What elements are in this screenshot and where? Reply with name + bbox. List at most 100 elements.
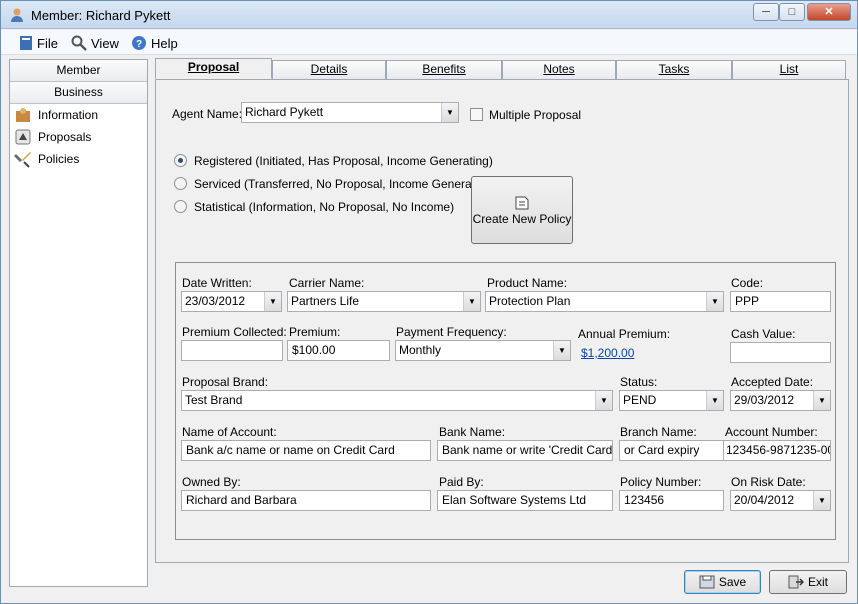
premium-field[interactable]: $100.00	[287, 340, 390, 361]
agent-name-combo[interactable]: Richard Pykett ▼	[241, 102, 459, 123]
chevron-down-icon[interactable]: ▼	[441, 103, 458, 122]
sidebar-item-information[interactable]: Information	[10, 104, 147, 126]
exit-button-label: Exit	[807, 575, 828, 589]
serviced-radio-label: Serviced (Transferred, No Proposal, Inco…	[194, 177, 496, 191]
branch-name-label: Branch Name:	[620, 425, 697, 439]
chevron-down-icon[interactable]: ▼	[264, 292, 281, 311]
on-risk-date-value: 20/04/2012	[734, 493, 795, 507]
carrier-name-value: Partners Life	[291, 294, 360, 308]
payment-frequency-combo[interactable]: Monthly ▼	[395, 340, 571, 361]
svg-text:?: ?	[136, 39, 142, 50]
member-window: Member: Richard Pykett ─ □ ✕ File View ?…	[0, 0, 858, 604]
menu-view[interactable]: View	[71, 34, 119, 52]
sidebar-item-label: Policies	[38, 152, 80, 166]
accepted-date-value: 29/03/2012	[734, 393, 795, 407]
annual-premium-link[interactable]: $1,200.00	[581, 346, 634, 360]
status-combo[interactable]: PEND ▼	[619, 390, 724, 411]
serviced-radio[interactable]	[174, 177, 187, 190]
product-name-combo[interactable]: Protection Plan ▼	[485, 291, 724, 312]
sidebar-section-member[interactable]: Member	[10, 60, 147, 82]
tab-details[interactable]: Details	[272, 60, 386, 79]
save-button-label: Save	[718, 575, 747, 589]
statistical-radio[interactable]	[174, 200, 187, 213]
tab-strip: Proposal Details Benefits Notes Tasks Li…	[155, 58, 849, 79]
date-written-value: 23/03/2012	[185, 294, 246, 308]
tab-proposal[interactable]: Proposal	[155, 58, 272, 79]
title-bar: Member: Richard Pykett ─ □ ✕	[1, 1, 857, 29]
proposal-brand-label: Proposal Brand:	[182, 375, 269, 389]
on-risk-date-picker[interactable]: 20/04/2012 ▼	[730, 490, 831, 511]
bank-name-field[interactable]: Bank name or write 'Credit Card'	[437, 440, 613, 461]
date-written-picker[interactable]: 23/03/2012 ▼	[181, 291, 282, 312]
multiple-proposal-checkbox[interactable]	[470, 108, 483, 121]
tab-tasks[interactable]: Tasks	[616, 60, 732, 79]
code-field[interactable]: PPP	[730, 291, 831, 312]
sidebar: Member Business Information Proposals Po…	[9, 59, 148, 587]
tab-benefits[interactable]: Benefits	[386, 60, 502, 79]
sidebar-section-business[interactable]: Business	[10, 82, 147, 104]
sidebar-item-proposals[interactable]: Proposals	[10, 126, 147, 148]
magnifier-icon	[71, 35, 87, 51]
exit-button[interactable]: Exit	[769, 570, 847, 594]
branch-name-field[interactable]: or Card expiry	[619, 440, 724, 461]
member-icon	[11, 8, 23, 22]
chevron-down-icon[interactable]: ▼	[553, 341, 570, 360]
help-icon: ?	[132, 36, 146, 50]
create-new-policy-button[interactable]: Create New Policy	[471, 176, 573, 244]
chevron-down-icon[interactable]: ▼	[813, 491, 830, 510]
chevron-down-icon[interactable]: ▼	[706, 292, 723, 311]
menu-file[interactable]: File	[19, 34, 58, 52]
menu-view-label: View	[91, 35, 119, 51]
chevron-down-icon[interactable]: ▼	[463, 292, 480, 311]
tab-list[interactable]: List	[732, 60, 846, 79]
close-button[interactable]: ✕	[807, 3, 851, 21]
carrier-name-combo[interactable]: Partners Life ▼	[287, 291, 481, 312]
menu-file-label: File	[37, 35, 58, 51]
name-of-account-label: Name of Account:	[182, 425, 277, 439]
accepted-date-picker[interactable]: 29/03/2012 ▼	[730, 390, 831, 411]
premium-collected-field[interactable]	[181, 340, 283, 361]
paid-by-label: Paid By:	[439, 475, 484, 489]
policy-number-label: Policy Number:	[620, 475, 702, 489]
carrier-name-label: Carrier Name:	[289, 276, 365, 290]
minimize-button[interactable]: ─	[753, 3, 779, 21]
annual-premium-label: Annual Premium:	[578, 327, 671, 341]
owned-by-label: Owned By:	[182, 475, 241, 489]
cash-value-field[interactable]	[730, 342, 831, 363]
chevron-down-icon[interactable]: ▼	[595, 391, 612, 410]
paid-by-field[interactable]: Elan Software Systems Ltd	[437, 490, 613, 511]
multiple-proposal-label: Multiple Proposal	[489, 108, 582, 122]
name-of-account-field[interactable]: Bank a/c name or name on Credit Card	[181, 440, 431, 461]
file-icon	[20, 36, 32, 50]
registered-radio-label: Registered (Initiated, Has Proposal, Inc…	[194, 154, 493, 168]
menu-bar: File View ? Help	[1, 30, 857, 55]
maximize-button[interactable]: □	[779, 3, 805, 21]
window-title: Member: Richard Pykett	[31, 8, 171, 23]
proposal-brand-combo[interactable]: Test Brand ▼	[181, 390, 613, 411]
statistical-radio-label: Statistical (Information, No Proposal, N…	[194, 200, 455, 214]
policy-number-field[interactable]: 123456	[619, 490, 724, 511]
save-button[interactable]: Save	[684, 570, 761, 594]
tab-notes[interactable]: Notes	[502, 60, 616, 79]
registered-radio[interactable]	[174, 154, 187, 167]
date-written-label: Date Written:	[182, 276, 252, 290]
cash-value-label: Cash Value:	[731, 327, 796, 341]
status-label: Status:	[620, 375, 658, 389]
owned-by-field[interactable]: Richard and Barbara	[181, 490, 431, 511]
sidebar-item-label: Information	[38, 108, 99, 122]
payment-frequency-value: Monthly	[399, 343, 442, 357]
chevron-down-icon[interactable]: ▼	[706, 391, 723, 410]
premium-label: Premium:	[289, 325, 341, 339]
chevron-down-icon[interactable]: ▼	[813, 391, 830, 410]
exit-icon	[788, 575, 804, 589]
agent-name-label: Agent Name:	[172, 107, 243, 121]
product-name-label: Product Name:	[487, 276, 568, 290]
account-number-field[interactable]: 123456-9871235-001	[723, 440, 831, 461]
menu-help-label: Help	[151, 35, 178, 51]
premium-collected-label: Premium Collected:	[182, 325, 287, 339]
menu-help[interactable]: ? Help	[131, 34, 178, 52]
sidebar-item-policies[interactable]: Policies	[10, 148, 147, 170]
information-icon	[16, 108, 30, 122]
accepted-date-label: Accepted Date:	[731, 375, 814, 389]
product-name-value: Protection Plan	[489, 294, 571, 308]
